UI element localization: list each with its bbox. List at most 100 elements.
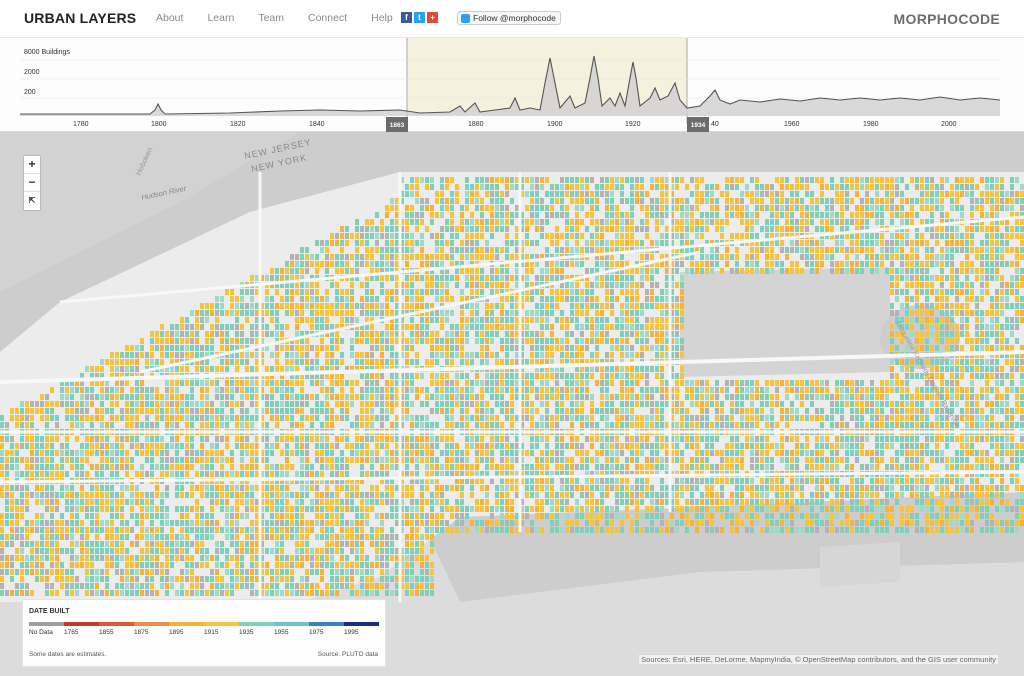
building-block <box>700 387 704 393</box>
building-block <box>615 226 619 232</box>
building-block <box>455 450 459 456</box>
building-block <box>795 177 799 183</box>
building-block <box>40 408 44 414</box>
building-block <box>385 359 389 365</box>
building-block <box>680 380 684 386</box>
google-plus-icon[interactable]: + <box>427 12 438 23</box>
building-block <box>840 219 844 225</box>
facebook-icon[interactable]: f <box>401 12 412 23</box>
building-block <box>600 338 604 344</box>
building-block <box>440 254 444 260</box>
building-block <box>370 415 374 421</box>
building-block <box>935 366 939 372</box>
building-block <box>950 198 954 204</box>
building-block <box>780 436 784 442</box>
building-block <box>900 394 904 400</box>
building-block <box>905 184 909 190</box>
building-block <box>960 212 964 218</box>
building-block <box>540 387 544 393</box>
building-block <box>785 450 789 456</box>
top-bar: URBAN LAYERS About Learn Team Connect He… <box>0 0 1024 38</box>
building-block <box>25 422 29 428</box>
building-block <box>445 317 449 323</box>
building-block <box>600 443 604 449</box>
building-block <box>560 212 564 218</box>
building-block <box>465 219 469 225</box>
building-block <box>485 254 489 260</box>
building-block <box>305 268 309 274</box>
morphocode-logo[interactable]: MORPHOCODE <box>894 11 1000 27</box>
building-block <box>540 198 544 204</box>
timeline-histogram[interactable]: 8000 Buildings 2000 200 1780 1800 1820 1… <box>0 38 1024 132</box>
building-block <box>550 373 554 379</box>
building-block <box>530 345 534 351</box>
nav-team[interactable]: Team <box>258 12 284 24</box>
building-block <box>525 387 529 393</box>
building-block <box>390 422 394 428</box>
building-block <box>710 184 714 190</box>
building-block <box>270 331 274 337</box>
building-block <box>320 240 324 246</box>
building-block <box>380 408 384 414</box>
building-block <box>850 184 854 190</box>
building-block <box>925 331 929 337</box>
building-block <box>225 289 229 295</box>
nav-learn[interactable]: Learn <box>207 12 234 24</box>
building-block <box>625 303 629 309</box>
building-block <box>620 289 624 295</box>
building-block <box>840 226 844 232</box>
building-block <box>275 310 279 316</box>
building-block <box>1015 268 1019 274</box>
building-block <box>945 261 949 267</box>
nav-about[interactable]: About <box>156 12 183 24</box>
building-block <box>235 366 239 372</box>
building-block <box>505 275 509 281</box>
building-block <box>595 380 599 386</box>
nav-help[interactable]: Help <box>371 12 393 24</box>
building-block <box>780 184 784 190</box>
building-block <box>560 401 564 407</box>
building-block <box>950 310 954 316</box>
range-end-handle[interactable]: 1934 <box>687 117 709 132</box>
building-block <box>410 359 414 365</box>
building-block <box>990 408 994 414</box>
building-block <box>295 303 299 309</box>
building-block <box>605 401 609 407</box>
building-block <box>420 324 424 330</box>
building-block <box>475 408 479 414</box>
building-block <box>265 324 269 330</box>
building-block <box>735 408 739 414</box>
building-block <box>300 408 304 414</box>
building-block <box>355 261 359 267</box>
range-start-handle[interactable]: 1863 <box>386 117 408 132</box>
building-block <box>800 219 804 225</box>
building-block <box>205 366 209 372</box>
building-block <box>860 408 864 414</box>
building-block <box>1020 436 1024 442</box>
building-block <box>895 247 899 253</box>
building-block <box>340 436 344 442</box>
building-block <box>575 317 579 323</box>
building-block <box>855 380 859 386</box>
nav-connect[interactable]: Connect <box>308 12 347 24</box>
building-block <box>475 415 479 421</box>
building-block <box>690 226 694 232</box>
building-block <box>20 401 24 407</box>
building-block <box>405 345 409 351</box>
building-block <box>745 254 749 260</box>
app-title[interactable]: URBAN LAYERS <box>24 10 136 26</box>
building-block <box>380 282 384 288</box>
map-view[interactable]: NEW JERSEY NEW YORK Hudson River Hoboken… <box>0 132 1024 676</box>
building-block <box>995 205 999 211</box>
building-block <box>245 380 249 386</box>
twitter-icon[interactable]: t <box>414 12 425 23</box>
building-block <box>985 275 989 281</box>
building-block <box>910 366 914 372</box>
follow-button[interactable]: Follow @morphocode <box>457 11 561 25</box>
building-block <box>150 352 154 358</box>
building-block <box>425 338 429 344</box>
building-block <box>325 352 329 358</box>
building-block <box>300 387 304 393</box>
building-block <box>625 177 629 183</box>
building-block <box>680 275 684 281</box>
